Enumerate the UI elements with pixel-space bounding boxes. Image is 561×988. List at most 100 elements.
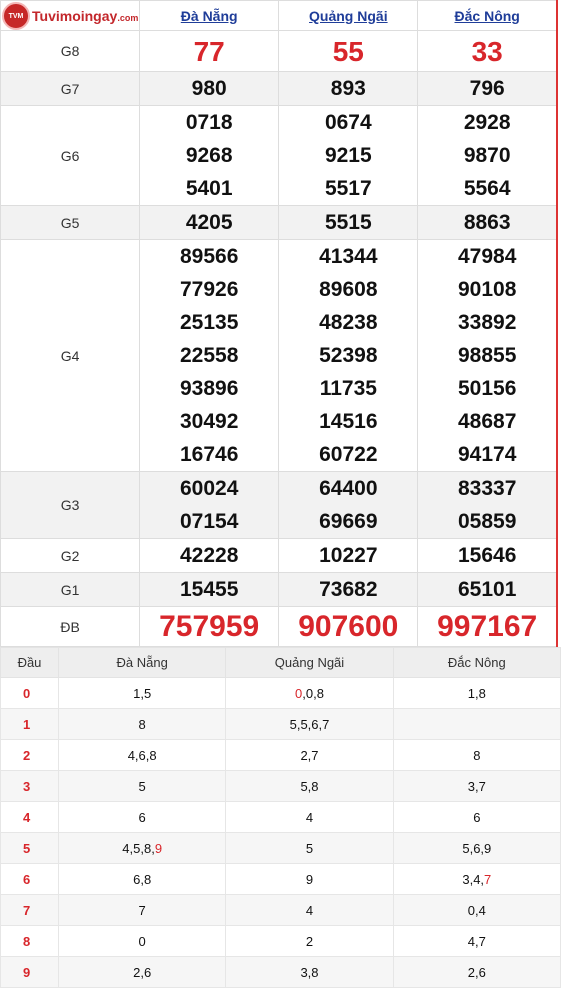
prize-cell: 64400 69669 [278,471,419,539]
prize-cell: 10227 [278,538,419,573]
dau-row: 5 4,5,8,9 5 5,6,9 [0,832,561,864]
dau-digits: 9 [305,871,314,887]
prize-number: 33892 [457,311,517,334]
dau-digits: ,0,8 [302,685,324,701]
prize-number: 64400 [319,477,378,500]
dau-cell: 6 [392,801,561,833]
dau-cell: 5,5,6,7 [225,708,394,740]
dau-cell: 3,4,7 [392,863,561,895]
dau-cell: 2,6 [57,956,227,988]
dau-digits: 5 [305,840,314,856]
province-link-quang-ngai[interactable]: Quảng Ngãi [309,8,388,24]
province-link-dac-nong[interactable]: Đắc Nông [455,8,520,24]
dau-digits: 4 [305,902,314,918]
prize-number: 15455 [179,578,239,601]
dau-digits: 7 [138,902,146,918]
dau-digits: 3,4, [462,871,485,887]
prize-cell: 42228 [139,538,280,573]
prize-number: 60722 [319,443,378,466]
prize-cell: 4205 [139,205,280,240]
prize-number: 65101 [457,578,517,601]
prize-number: 907600 [298,610,399,643]
prize-row: G4 89566 77926 25135 22558 93896 30492 16746 413… [0,239,558,472]
dau-digits: 2,6 [133,964,152,980]
dau-cell: 0 [57,925,227,957]
dau-digits: 0,4 [467,902,486,918]
dau-digits: 3,7 [467,778,486,794]
dau-key: 8 [0,925,59,957]
dau-digits: 6,8 [133,871,152,887]
prize-number: 90108 [457,278,517,301]
dau-cell: 0,0,8 [225,677,394,709]
dau-cell: 1,5 [57,677,227,709]
prize-row: G1 15455 73682 65101 [0,572,558,607]
dau-row: 8 0 2 4,7 [0,925,561,957]
prize-number: 5401 [185,177,233,200]
dau-row: 4 6 4 6 [0,801,561,833]
prize-number: 9870 [463,144,511,167]
dau-digits: 5,8 [300,778,319,794]
dau-highlight-digit: 9 [154,840,163,856]
dau-digits: 1,8 [467,685,486,701]
prize-number: 94174 [457,443,517,466]
prize-number: 22558 [179,344,239,367]
prize-label: G6 [0,105,141,206]
prize-cell: 73682 [278,572,419,607]
prize-number: 8863 [463,211,511,234]
province-header: Đà Nẵng [139,0,280,31]
prize-number: 50156 [457,377,517,400]
dau-cell: 1,8 [392,677,561,709]
prize-number: 73682 [319,578,378,601]
dau-key: 3 [0,770,59,802]
prize-number: 25135 [179,311,239,334]
prize-row: G7 980 893 796 [0,71,558,106]
dau-cell: 2 [225,925,394,957]
prize-number: 997167 [437,610,538,643]
dau-cell [392,708,561,740]
prize-label: ĐB [0,606,141,647]
dau-cell: 4,6,8 [57,739,227,771]
dau-header-row: Đầu Đà Nẵng Quảng Ngãi Đắc Nông [0,647,561,678]
dau-cell: 5 [57,770,227,802]
prize-cell: 5515 [278,205,419,240]
dau-cell: 8 [57,708,227,740]
prize-number: 757959 [159,610,260,643]
dau-cell: 2,6 [392,956,561,988]
province-link-da-nang[interactable]: Đà Nẵng [181,8,238,24]
dau-province-header: Đà Nẵng [57,647,227,678]
prize-cell: 60024 07154 [139,471,280,539]
dau-digits: 3,8 [300,964,319,980]
dau-row: 2 4,6,8 2,7 8 [0,739,561,771]
prize-number: 48687 [457,410,517,433]
prize-number: 52398 [319,344,378,367]
dau-highlight-digit: 7 [484,871,492,887]
prize-label: G7 [0,71,141,106]
prize-number: 5517 [324,177,372,200]
prize-number: 47984 [457,245,517,268]
dau-cell: 4 [225,894,394,926]
dau-cell: 0,4 [392,894,561,926]
prize-label: G3 [0,471,141,539]
dau-cell: 5,8 [225,770,394,802]
prize-cell: 757959 [139,606,280,647]
dau-cell: 8 [392,739,561,771]
prize-number: 07154 [179,510,239,533]
dau-key: 5 [0,832,59,864]
dau-cell: 5,6,9 [392,832,561,864]
logo-text: Tuvimoingay.com [32,8,138,24]
dau-digits: 2,7 [300,747,319,763]
logo-badge-text: TVM [8,12,24,20]
prize-number: 77926 [179,278,239,301]
prize-row: G5 4205 5515 8863 [0,205,558,240]
prize-row: G2 42228 10227 15646 [0,538,558,573]
dau-key: 1 [0,708,59,740]
prize-cell: 77 [139,30,280,72]
site-logo[interactable]: TVM Tuvimoingay.com [2,2,138,30]
prize-row: ĐB 757959 907600 997167 [0,606,558,647]
prize-label: G5 [0,205,141,240]
dau-row: 6 6,8 9 3,4,7 [0,863,561,895]
dau-digits: 4,6,8 [127,747,157,763]
dau-cell: 3,7 [392,770,561,802]
dau-digits: 0 [138,933,146,949]
dau-header: Đầu [0,647,59,678]
